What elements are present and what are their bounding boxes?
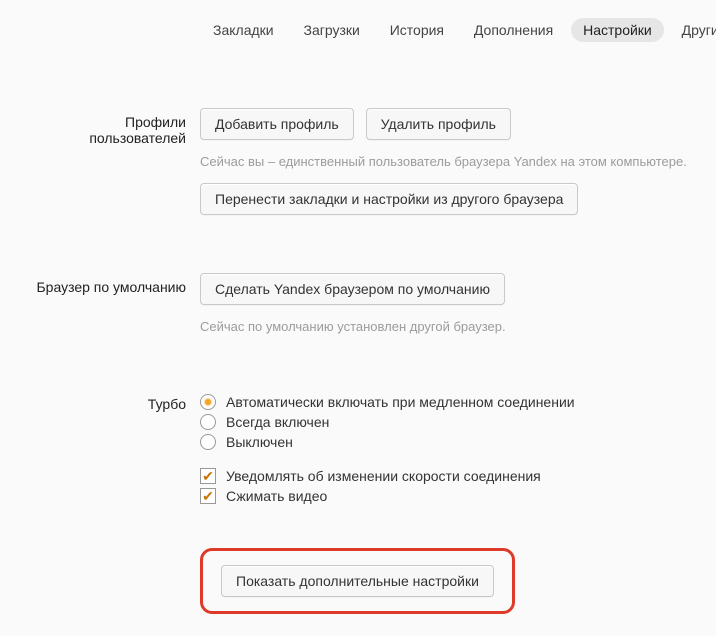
radio-icon	[200, 414, 216, 430]
advanced-settings-highlight: Показать дополнительные настройки	[200, 548, 515, 614]
settings-tabs: Закладки Загрузки История Дополнения Нас…	[0, 0, 716, 42]
checkbox-icon: ✔	[200, 468, 216, 484]
tab-bookmarks[interactable]: Закладки	[201, 18, 286, 42]
section-label-turbo: Турбо	[0, 390, 200, 412]
tab-settings[interactable]: Настройки	[571, 18, 664, 42]
radio-icon	[200, 394, 216, 410]
set-default-browser-button[interactable]: Сделать Yandex браузером по умолчанию	[200, 273, 505, 305]
turbo-radio-always[interactable]: Всегда включен	[200, 414, 716, 430]
turbo-radio-auto[interactable]: Автоматически включать при медленном сое…	[200, 394, 716, 410]
label-profiles-line2: пользователей	[0, 130, 186, 146]
delete-profile-button[interactable]: Удалить профиль	[366, 108, 511, 140]
checkbox-label: Сжимать видео	[226, 488, 327, 504]
tab-other-devices[interactable]: Другие устр	[670, 18, 716, 42]
checkbox-icon: ✔	[200, 488, 216, 504]
section-label-default-browser: Браузер по умолчанию	[0, 273, 200, 295]
radio-icon	[200, 434, 216, 450]
import-settings-button[interactable]: Перенести закладки и настройки из другог…	[200, 183, 578, 215]
turbo-check-notify[interactable]: ✔ Уведомлять об изменении скорости соеди…	[200, 468, 716, 484]
checkbox-label: Уведомлять об изменении скорости соедине…	[226, 468, 541, 484]
turbo-radio-off[interactable]: Выключен	[200, 434, 716, 450]
show-advanced-settings-button[interactable]: Показать дополнительные настройки	[221, 565, 494, 597]
radio-label: Всегда включен	[226, 414, 329, 430]
tab-history[interactable]: История	[378, 18, 456, 42]
tab-downloads[interactable]: Загрузки	[291, 18, 371, 42]
tab-addons[interactable]: Дополнения	[462, 18, 565, 42]
add-profile-button[interactable]: Добавить профиль	[200, 108, 354, 140]
turbo-check-compress[interactable]: ✔ Сжимать видео	[200, 488, 716, 504]
label-profiles-line1: Профили	[0, 114, 186, 130]
radio-label: Автоматически включать при медленном сое…	[226, 394, 575, 410]
profiles-hint: Сейчас вы – единственный пользователь бр…	[200, 154, 716, 169]
section-label-profiles: Профили пользователей	[0, 108, 200, 146]
radio-label: Выключен	[226, 434, 293, 450]
default-browser-hint: Сейчас по умолчанию установлен другой бр…	[200, 319, 716, 334]
